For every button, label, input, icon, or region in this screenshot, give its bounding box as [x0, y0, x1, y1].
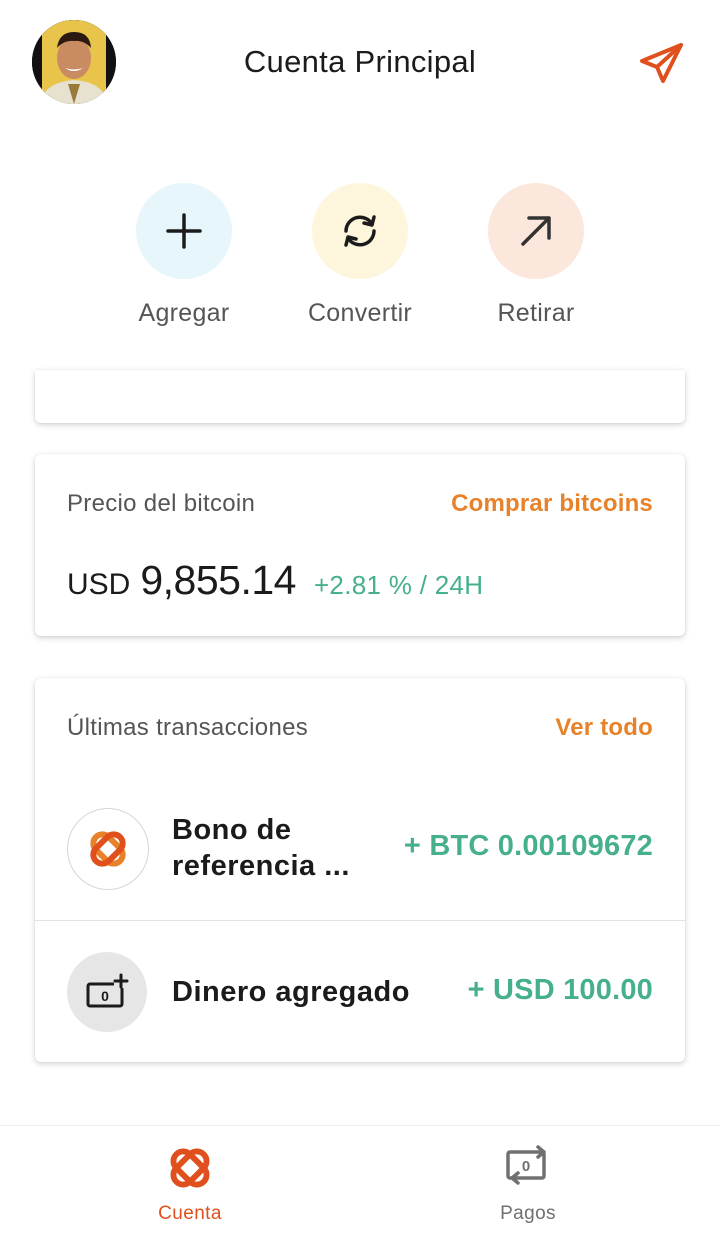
add-action-label: Agregar — [138, 299, 230, 327]
price-change: +2.81 % / 24H — [313, 570, 484, 600]
send-button[interactable] — [636, 40, 686, 86]
transaction-divider — [35, 920, 685, 921]
price-card-title: Precio del bitcoin — [67, 490, 256, 517]
paper-plane-icon — [640, 43, 683, 83]
transactions-card-title: Últimas transacciones — [67, 714, 309, 741]
bitcoin-price-card: Precio del bitcoin Comprar bitcoins USD … — [35, 454, 685, 636]
buy-bitcoins-link[interactable]: Comprar bitcoins — [451, 490, 653, 518]
header: Cuenta Principal — [0, 0, 720, 130]
withdraw-action-circle[interactable] — [488, 183, 584, 279]
payments-icon: 0 — [506, 1145, 546, 1185]
quick-actions: Agregar Convertir Retirar — [0, 183, 720, 343]
transaction-name-line2: referencia ... — [172, 850, 350, 882]
brand-logo-icon — [170, 1148, 210, 1188]
convert-action-button[interactable]: Convertir — [290, 183, 430, 328]
brand-logo-icon — [90, 831, 126, 867]
transaction-row-referral[interactable]: Bono de referencia ... + BTC 0.00109672 — [35, 808, 685, 890]
plus-icon — [166, 213, 202, 249]
balance-card-partial — [35, 370, 685, 423]
transaction-icon-wrap — [67, 808, 149, 890]
svg-text:0: 0 — [522, 1158, 530, 1175]
nav-label-pagos: Pagos — [500, 1203, 556, 1224]
cash-add-icon: 0 — [86, 973, 129, 1008]
price-card-header: Precio del bitcoin Comprar bitcoins — [67, 490, 653, 518]
convert-action-label: Convertir — [307, 299, 413, 327]
price-currency: USD — [67, 568, 131, 601]
transaction-icon-wrap: 0 — [67, 952, 147, 1032]
view-all-link[interactable]: Ver todo — [555, 714, 653, 742]
convert-action-circle[interactable] — [312, 183, 408, 279]
svg-text:0: 0 — [101, 988, 109, 1004]
add-action-circle[interactable] — [136, 183, 232, 279]
transactions-card: Últimas transacciones Ver todo Bono de r… — [35, 678, 685, 1062]
nav-label-cuenta: Cuenta — [158, 1203, 222, 1224]
price-value: 9,855.14 — [140, 557, 296, 603]
transaction-amount: + USD 100.00 — [467, 974, 653, 1006]
arrow-up-right-icon — [521, 216, 551, 246]
withdraw-action-button[interactable]: Retirar — [466, 183, 606, 328]
transactions-card-header: Últimas transacciones Ver todo — [67, 714, 653, 742]
transaction-amount: + BTC 0.00109672 — [403, 830, 653, 862]
page-title: Cuenta Principal — [243, 44, 477, 79]
bottom-nav: Cuenta 0 Pagos — [0, 1125, 720, 1240]
nav-tab-pagos[interactable]: 0 Pagos — [428, 1140, 628, 1225]
nav-tab-cuenta[interactable]: Cuenta — [90, 1140, 290, 1225]
withdraw-action-label: Retirar — [497, 299, 575, 327]
add-action-button[interactable]: Agregar — [114, 183, 254, 328]
refresh-icon — [344, 215, 376, 247]
price-row: USD 9,855.14 +2.81 % / 24H — [67, 557, 483, 604]
transaction-row-deposit[interactable]: 0 Dinero agregado + USD 100.00 — [35, 952, 685, 1032]
transaction-name: Dinero agregado — [172, 976, 410, 1008]
transaction-name: Bono de referencia ... — [172, 812, 350, 884]
transaction-name-line1: Bono de — [172, 814, 292, 846]
